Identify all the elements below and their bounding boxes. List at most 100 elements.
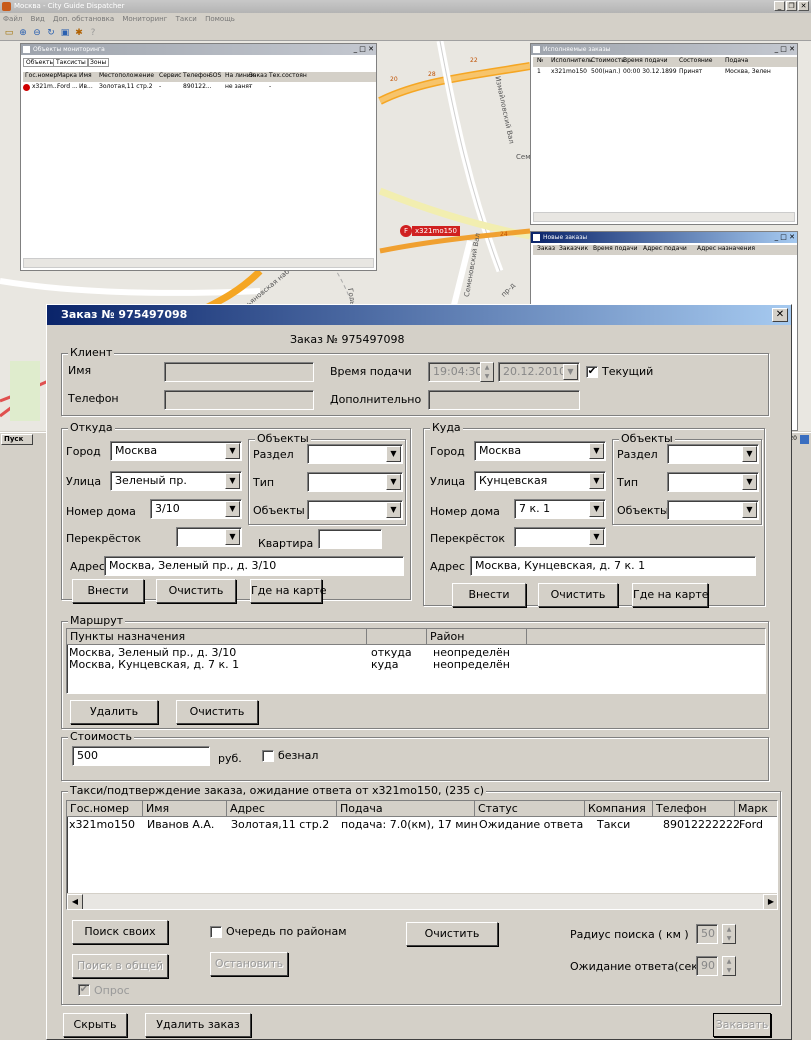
menu-extra[interactable]: Доп. обстановка xyxy=(53,15,114,23)
taxi-col-name[interactable]: Имя xyxy=(143,801,227,817)
close-button[interactable]: ✕ xyxy=(798,1,809,11)
from-cross-select[interactable]: ▼ xyxy=(176,527,242,547)
to-address-field[interactable]: Москва, Кунцевская, д. 7 к. 1 xyxy=(470,556,756,576)
taxi-col-model[interactable]: Марк xyxy=(735,801,777,817)
to-show-on-map-button[interactable]: Где на карте xyxy=(632,583,709,607)
extra-info-field[interactable] xyxy=(428,390,580,410)
search-radius-field[interactable]: 50 xyxy=(696,924,718,944)
poll-checkbox[interactable]: ✔ xyxy=(78,984,90,996)
chevron-down-icon[interactable]: ▼ xyxy=(589,529,604,545)
col-header[interactable]: Исполнитель xyxy=(551,57,593,64)
to-type-select[interactable]: ▼ xyxy=(667,472,759,492)
from-section-select[interactable]: ▼ xyxy=(307,444,403,464)
wait-answer-field[interactable]: 90 xyxy=(696,956,718,976)
tab-drivers[interactable]: Таксисты xyxy=(53,58,89,67)
menu-taxi[interactable]: Такси xyxy=(176,15,197,23)
menu-monitoring[interactable]: Мониторинг xyxy=(122,15,167,23)
district-queue-checkbox[interactable] xyxy=(210,926,222,938)
col-header[interactable]: Телефон xyxy=(183,72,211,79)
place-order-button[interactable]: Заказать xyxy=(713,1013,771,1037)
chevron-down-icon[interactable]: ▼ xyxy=(742,502,757,518)
col-header[interactable]: Время подачи xyxy=(593,245,638,252)
order-dialog[interactable]: Заказ № 975497098 ✕ Заказ № 975497098 Кл… xyxy=(46,304,792,1040)
col-header[interactable]: Заказ xyxy=(537,245,555,252)
zoom-out-icon[interactable]: ⊖ xyxy=(31,27,43,39)
to-objects-select[interactable]: ▼ xyxy=(667,500,759,520)
chevron-down-icon[interactable]: ▼ xyxy=(225,501,240,517)
col-header[interactable]: Состояние xyxy=(679,57,712,64)
route-clear-button[interactable]: Очистить xyxy=(176,700,258,724)
table-row[interactable]: Москва, Зеленый пр., д. 3/10 откуда неоп… xyxy=(67,646,765,659)
to-street-select[interactable]: Кунцевская ▼ xyxy=(474,471,606,491)
search-radius-spinner[interactable]: ▲ ▼ xyxy=(722,924,736,944)
col-header[interactable]: № xyxy=(537,57,543,64)
chevron-down-icon[interactable]: ▼ xyxy=(563,364,578,380)
start-button[interactable]: Пуск xyxy=(1,434,33,445)
chevron-down-icon[interactable]: ▼ xyxy=(386,446,401,462)
vehicle-marker-icon[interactable]: F xyxy=(400,225,412,237)
taxi-col-plate[interactable]: Гос.номер xyxy=(67,801,143,817)
route-col-district[interactable]: Район xyxy=(427,629,527,645)
from-flat-field[interactable] xyxy=(318,529,382,549)
taxi-list[interactable]: Гос.номер Имя Адрес Подача Статус Компан… xyxy=(66,800,778,910)
client-name-field[interactable] xyxy=(164,362,314,382)
table-row[interactable]: Москва, Кунцевская, д. 7 к. 1 куда неопр… xyxy=(67,658,765,671)
chevron-down-icon[interactable]: ▼ xyxy=(742,474,757,490)
chevron-down-icon[interactable]: ▼ xyxy=(386,502,401,518)
taxi-col-status[interactable]: Статус xyxy=(475,801,585,817)
client-phone-field[interactable] xyxy=(164,390,314,410)
to-house-select[interactable]: 7 к. 1 ▼ xyxy=(514,499,606,519)
col-header[interactable]: Местоположение xyxy=(99,72,154,79)
menu-file[interactable]: Файл xyxy=(3,15,22,23)
col-header[interactable]: Адрес назначения xyxy=(697,245,755,252)
close-dialog-button[interactable]: ✕ xyxy=(772,308,788,322)
from-objects-select[interactable]: ▼ xyxy=(307,500,403,520)
window-controls[interactable]: _ □ ✕ xyxy=(354,44,374,55)
table-row[interactable]: 1 x321mo150 500(нал.) 00:00 30.12.1899 П… xyxy=(533,68,797,78)
chevron-down-icon[interactable]: ▼ xyxy=(589,473,604,489)
chevron-down-icon[interactable]: ▼ xyxy=(225,443,240,459)
col-header[interactable]: Подача xyxy=(725,57,748,64)
taxi-col-pickup[interactable]: Подача xyxy=(337,801,475,817)
monitor-icon[interactable]: ▣ xyxy=(59,27,71,39)
stop-button[interactable]: Остановить xyxy=(210,952,288,976)
from-add-button[interactable]: Внести xyxy=(72,579,144,603)
col-header[interactable]: Заказчик xyxy=(559,245,588,252)
to-add-button[interactable]: Внести xyxy=(452,583,526,607)
open-icon[interactable]: ▭ xyxy=(3,27,15,39)
cashless-checkbox[interactable] xyxy=(262,750,274,762)
chevron-down-icon[interactable]: ▼ xyxy=(589,443,604,459)
route-list[interactable]: Пункты назначения Район Москва, Зеленый … xyxy=(66,628,766,694)
search-own-button[interactable]: Поиск своих xyxy=(72,920,168,944)
taxi-icon[interactable]: ✱ xyxy=(73,27,85,39)
refresh-icon[interactable]: ↻ xyxy=(45,27,57,39)
from-street-select[interactable]: Зеленый пр. ▼ xyxy=(110,471,242,491)
col-header[interactable]: Марка xyxy=(57,72,77,79)
to-cross-select[interactable]: ▼ xyxy=(514,527,606,547)
taxi-col-address[interactable]: Адрес xyxy=(227,801,337,817)
time-spinner[interactable]: ▲ ▼ xyxy=(480,362,494,382)
pickup-date-select[interactable]: 20.12.2010 ▼ xyxy=(498,362,580,382)
hide-button[interactable]: Скрыть xyxy=(63,1013,127,1037)
scroll-left-icon[interactable]: ◀ xyxy=(67,894,83,909)
table-row[interactable]: x321mo150 Иванов А.А. Золотая,11 стр.2 п… xyxy=(67,818,777,831)
chevron-down-icon[interactable]: ▼ xyxy=(589,501,604,517)
horizontal-scrollbar[interactable]: ◀ ▶ xyxy=(67,893,777,909)
zoom-in-icon[interactable]: ⊕ xyxy=(17,27,29,39)
window-controls[interactable]: _ □ ✕ xyxy=(775,44,795,55)
chevron-down-icon[interactable]: ▼ xyxy=(225,529,240,545)
taxi-clear-button[interactable]: Очистить xyxy=(406,922,498,946)
search-common-button[interactable]: Поиск в общей xyxy=(72,954,168,978)
pickup-time-field[interactable]: 19:04:30 xyxy=(428,362,482,382)
chevron-down-icon[interactable]: ▼ xyxy=(386,474,401,490)
col-header[interactable]: Стоимость xyxy=(591,57,625,64)
help-icon[interactable]: ? xyxy=(87,27,99,39)
from-show-on-map-button[interactable]: Где на карте xyxy=(250,579,327,603)
table-row[interactable]: x321m... Ford ... Ив... Золотая,11 стр.2… xyxy=(23,83,376,93)
menu-help[interactable]: Помощь xyxy=(205,15,235,23)
from-city-select[interactable]: Москва ▼ xyxy=(110,441,242,461)
menu-view[interactable]: Вид xyxy=(31,15,45,23)
scroll-right-icon[interactable]: ▶ xyxy=(763,894,777,909)
col-header[interactable]: Тех.состоян xyxy=(269,72,307,79)
tab-zones[interactable]: Зоны xyxy=(87,58,110,67)
